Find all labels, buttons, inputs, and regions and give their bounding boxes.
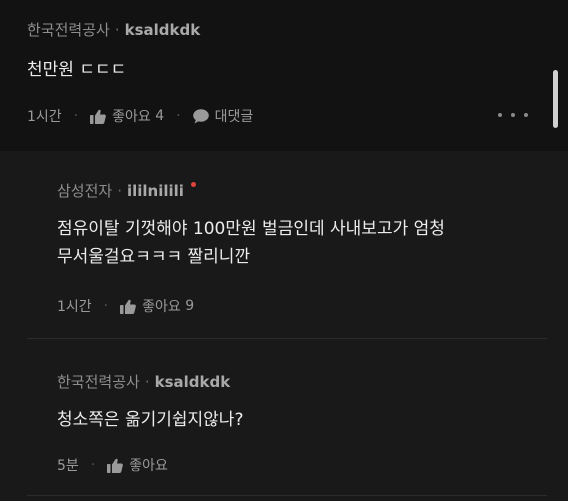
speech-bubble-icon xyxy=(192,108,209,124)
reply-text-line: 점유이탈 기껏해야 100만원 벌금인데 사내보고가 엄청 xyxy=(57,219,445,239)
reply-actions: 1시간 · 좋아요 9 xyxy=(57,296,194,316)
replies-panel: 삼성전자 · ililnilili 점유이탈 기껏해야 100만원 벌금인데 사내보… xyxy=(0,151,568,501)
like-button[interactable]: 좋아요 xyxy=(107,455,168,475)
comment-actions: 1시간 · 좋아요 4 · 대댓글 xyxy=(27,106,253,126)
like-count: 9 xyxy=(185,298,195,314)
author-company: 한국전력공사 xyxy=(57,373,140,391)
like-button[interactable]: 좋아요 9 xyxy=(120,296,194,316)
reply-author[interactable]: 삼성전자 · ililnilili xyxy=(57,180,196,201)
action-separator: · xyxy=(103,298,109,314)
reply-text-line: 청소쪽은 옮기기쉽지않나? xyxy=(57,410,244,430)
thumbs-up-icon xyxy=(90,109,106,124)
new-badge-icon xyxy=(190,182,196,187)
reply-button[interactable]: 대댓글 xyxy=(192,106,254,126)
meta-separator: · xyxy=(117,182,122,200)
comment: 한국전력공사 · ksaldkdk 천만원 ㄷㄷㄷ 1시간 · 좋아요 4 · 대댓… xyxy=(0,0,568,151)
comment-author[interactable]: 한국전력공사 · ksaldkdk xyxy=(27,19,200,40)
reply-time: 5분 xyxy=(57,458,79,474)
thumbs-up-icon xyxy=(120,299,136,314)
like-label: 좋아요 xyxy=(112,109,151,125)
author-username: ksaldkdk xyxy=(154,373,231,391)
like-button[interactable]: 좋아요 4 xyxy=(90,106,164,126)
scrollbar[interactable] xyxy=(553,70,558,128)
action-separator: · xyxy=(90,457,96,473)
reply-author[interactable]: 한국전력공사 · ksaldkdk xyxy=(57,371,230,392)
reply-time: 1시간 xyxy=(57,299,92,315)
meta-separator: · xyxy=(114,21,120,39)
action-separator: · xyxy=(73,108,79,124)
more-horizontal-icon xyxy=(498,113,502,117)
meta-separator: · xyxy=(144,373,150,391)
reply-text-line: 무서울걸요ㅋㅋㅋ 짤리니깐 xyxy=(57,247,251,267)
like-count: 4 xyxy=(155,108,165,124)
reply-text: 청소쪽은 옮기기쉽지않나? xyxy=(57,406,243,434)
comment-text: 천만원 ㄷㄷㄷ xyxy=(27,60,127,80)
thumbs-up-icon xyxy=(107,458,124,473)
reply-divider xyxy=(27,495,547,496)
author-company: 한국전력공사 xyxy=(27,21,110,39)
author-username: ksaldkdk xyxy=(124,21,201,39)
like-label: 좋아요 xyxy=(142,299,181,315)
reply-text: 점유이탈 기껏해야 100만원 벌금인데 사내보고가 엄청 무서울걸요ㅋㅋㅋ 짤… xyxy=(57,215,445,271)
action-separator: · xyxy=(176,108,181,124)
author-username: ililnilili xyxy=(126,182,184,200)
like-label: 좋아요 xyxy=(129,458,168,474)
reply-divider xyxy=(27,338,547,339)
more-options-button[interactable] xyxy=(498,106,528,124)
comment-time: 1시간 xyxy=(27,109,62,125)
reply-actions: 5분 · 좋아요 xyxy=(57,455,168,475)
reply-label: 대댓글 xyxy=(214,109,254,125)
author-company: 삼성전자 xyxy=(57,182,113,200)
